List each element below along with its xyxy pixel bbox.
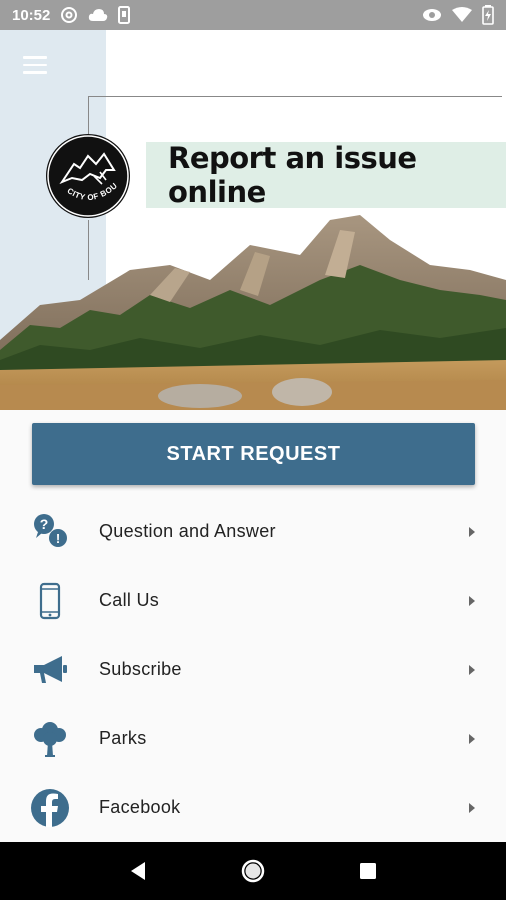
start-request-button[interactable]: START REQUEST xyxy=(32,423,475,485)
phone-vibrate-icon xyxy=(118,6,131,24)
flatirons-landscape-image xyxy=(0,215,506,410)
menu-item-call-us[interactable]: Call Us xyxy=(0,566,506,635)
menu-list: ? ! Question and Answer Call Us Subscrib… xyxy=(0,497,506,842)
menu-item-label: Facebook xyxy=(99,797,181,817)
chevron-right-icon xyxy=(469,733,475,744)
megaphone-icon xyxy=(28,648,72,692)
cloud-icon xyxy=(89,9,108,21)
at-sign-icon xyxy=(61,7,78,23)
status-bar: 10:52 xyxy=(0,0,506,30)
svg-text:?: ? xyxy=(40,516,49,532)
chevron-right-icon xyxy=(469,664,475,675)
menu-item-subscribe[interactable]: Subscribe xyxy=(0,635,506,704)
system-navigation-bar xyxy=(0,842,506,900)
menu-item-label: Call Us xyxy=(99,590,160,610)
decorative-line xyxy=(88,96,89,136)
city-of-boulder-logo-icon: CITY OF BOULDER xyxy=(46,134,129,217)
privacy-eye-icon xyxy=(423,9,441,21)
menu-item-facebook[interactable]: Facebook xyxy=(0,773,506,842)
hamburger-menu-icon[interactable] xyxy=(23,56,47,74)
menu-item-label: Question and Answer xyxy=(99,521,276,541)
menu-item-question-and-answer[interactable]: ? ! Question and Answer xyxy=(0,497,506,566)
back-icon[interactable] xyxy=(123,856,153,886)
status-time: 10:52 xyxy=(12,6,51,24)
decorative-line xyxy=(88,96,502,97)
recents-icon[interactable] xyxy=(353,856,383,886)
chevron-right-icon xyxy=(469,595,475,606)
page-title: Report an issue online xyxy=(168,141,417,209)
svg-text:!: ! xyxy=(56,531,60,546)
menu-item-label: Parks xyxy=(99,728,147,748)
menu-item-parks[interactable]: Parks xyxy=(0,704,506,773)
tree-icon xyxy=(28,717,72,761)
hero-banner: Report an issue online xyxy=(146,141,506,209)
question-answer-icon: ? ! xyxy=(28,510,72,554)
phone-icon xyxy=(28,579,72,623)
chevron-right-icon xyxy=(469,526,475,537)
city-logo: CITY OF BOULDER xyxy=(46,134,130,218)
hero-header: CITY OF BOULDER Report an issue online xyxy=(0,30,506,410)
battery-charging-icon xyxy=(482,5,494,25)
facebook-icon xyxy=(28,786,72,830)
home-icon[interactable] xyxy=(238,856,268,886)
menu-item-label: Subscribe xyxy=(99,659,182,679)
wifi-icon xyxy=(452,7,472,22)
chevron-right-icon xyxy=(469,802,475,813)
